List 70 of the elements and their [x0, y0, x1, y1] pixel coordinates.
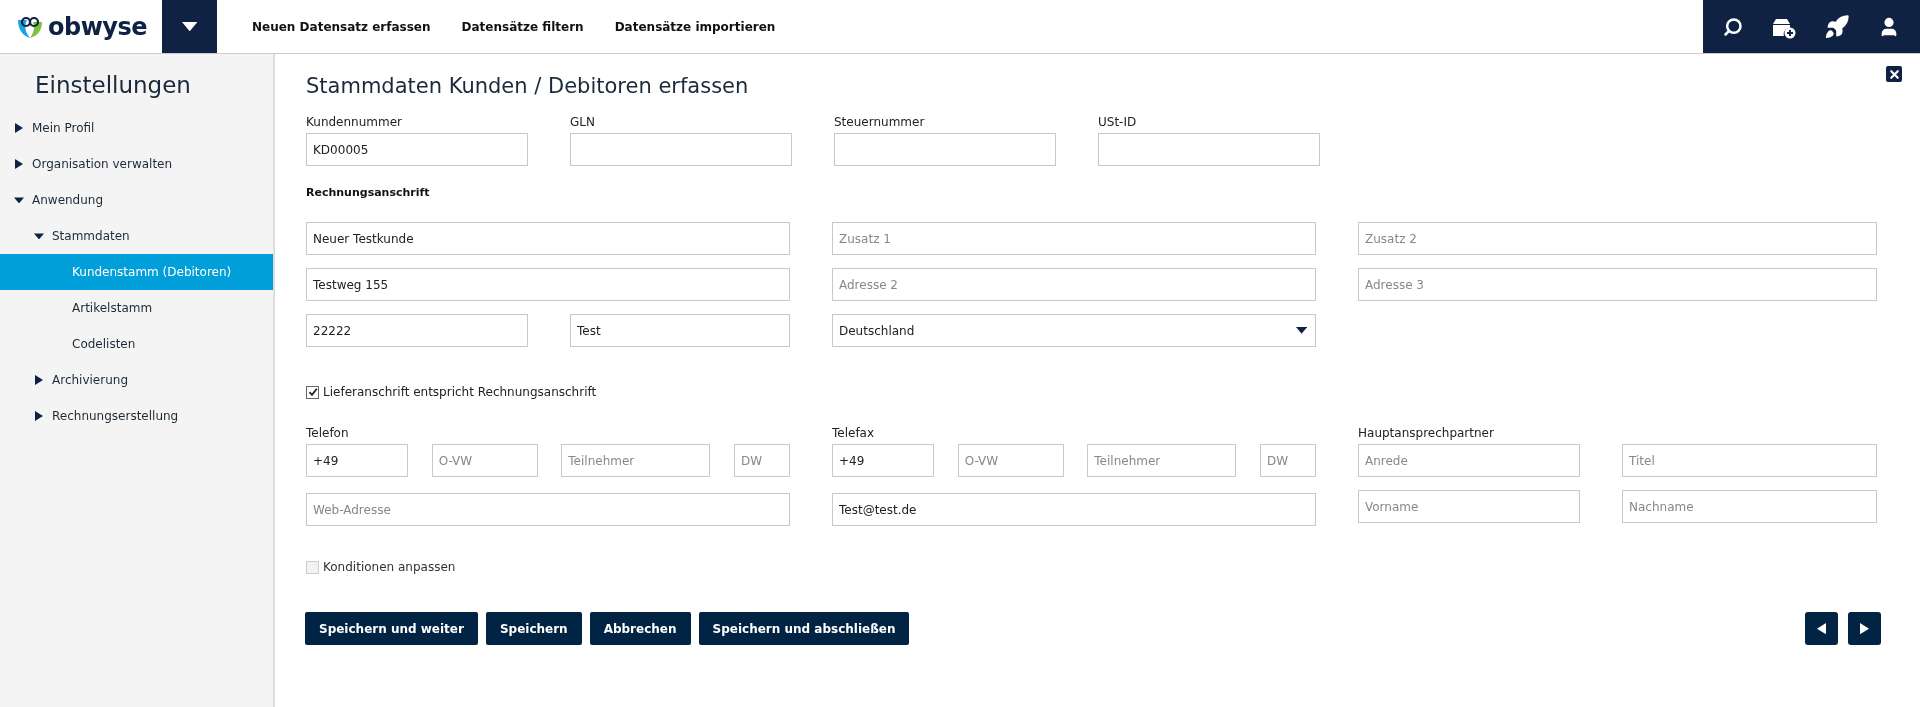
- checkbox-label: Konditionen anpassen: [323, 560, 456, 574]
- input-field[interactable]: O-VW: [957, 444, 1064, 477]
- input-field[interactable]: KD00005: [306, 133, 528, 166]
- menu-toggle-button[interactable]: [162, 0, 217, 53]
- input-field[interactable]: Teilnehmer: [1087, 444, 1237, 477]
- sidebar-item[interactable]: Artikelstamm: [0, 290, 273, 326]
- action-button[interactable]: Speichern und abschließen: [698, 612, 910, 645]
- caret-down-icon: [1295, 327, 1307, 334]
- checkbox[interactable]: [306, 385, 319, 399]
- input-field[interactable]: Teilnehmer: [561, 444, 711, 477]
- nav-link[interactable]: Neuen Datensatz erfassen: [252, 19, 431, 34]
- dropdown-field[interactable]: Deutschland: [832, 314, 1316, 347]
- input-field[interactable]: 22222: [306, 314, 528, 347]
- field-label: Telefax: [832, 425, 876, 441]
- input-field[interactable]: Titel: [1622, 444, 1877, 477]
- action-button[interactable]: Speichern und weiter: [305, 612, 478, 645]
- field-label: GLN: [570, 114, 596, 130]
- caret-right-icon: [15, 123, 23, 133]
- input-field[interactable]: DW: [733, 444, 790, 477]
- caret-down-icon: [34, 232, 44, 240]
- page-title: Stammdaten Kunden / Debitoren erfassen: [306, 74, 750, 98]
- nav-link[interactable]: Datensätze filtern: [461, 19, 584, 34]
- input-field[interactable]: [1098, 133, 1320, 166]
- input-field[interactable]: Test: [570, 314, 790, 347]
- input-field[interactable]: +49: [832, 444, 934, 477]
- input-field[interactable]: Web-Adresse: [306, 493, 790, 526]
- caret-right-icon: [15, 159, 23, 169]
- input-field[interactable]: Adresse 3: [1358, 268, 1877, 301]
- input-field[interactable]: Neuer Testkunde: [306, 222, 790, 255]
- sidebar-title: Einstellungen: [35, 72, 192, 98]
- input-field[interactable]: +49: [306, 444, 408, 477]
- sidebar-item[interactable]: Anwendung: [0, 182, 273, 218]
- action-button[interactable]: Abbrechen: [589, 612, 691, 645]
- close-icon[interactable]: [1886, 66, 1902, 82]
- sidebar-item[interactable]: Organisation verwalten: [0, 146, 273, 182]
- field-label: Steuernummer: [834, 114, 926, 130]
- sidebar-item[interactable]: Stammdaten: [0, 218, 273, 254]
- caret-right-icon: [35, 411, 43, 421]
- sidebar-item[interactable]: Archivierung: [0, 362, 273, 398]
- input-field[interactable]: Nachname: [1622, 490, 1877, 523]
- next-button[interactable]: [1848, 612, 1881, 645]
- caret-right-icon: [35, 375, 43, 385]
- input-field[interactable]: Zusatz 2: [1358, 222, 1877, 255]
- input-field[interactable]: [570, 133, 792, 166]
- caret-down-icon: [14, 196, 24, 204]
- sidebar-item[interactable]: Codelisten: [0, 326, 273, 362]
- field-label: USt-ID: [1098, 114, 1138, 130]
- caret-down-icon: [181, 21, 198, 32]
- input-field[interactable]: Testweg 155: [306, 268, 790, 301]
- sidebar-item[interactable]: Mein Profil: [0, 110, 273, 146]
- input-field[interactable]: Vorname: [1358, 490, 1580, 523]
- input-field[interactable]: Test@test.de: [832, 493, 1316, 526]
- logo-text: obwyse: [47, 12, 147, 41]
- input-field[interactable]: O-VW: [431, 444, 538, 477]
- caret-right-icon: [1860, 622, 1869, 635]
- input-field[interactable]: [834, 133, 1056, 166]
- input-field[interactable]: DW: [1259, 444, 1316, 477]
- checkbox-label: Lieferanschrift entspricht Rechnungsanschrift: [323, 385, 597, 399]
- section-heading: Rechnungsanschrift: [306, 186, 431, 199]
- input-field[interactable]: Zusatz 1: [832, 222, 1316, 255]
- input-field[interactable]: Adresse 2: [832, 268, 1316, 301]
- field-label: Kundennummer: [306, 114, 403, 130]
- sidebar-item[interactable]: Rechnungserstellung: [0, 398, 273, 434]
- caret-left-icon: [1817, 622, 1826, 635]
- input-field[interactable]: Anrede: [1358, 444, 1580, 477]
- action-button[interactable]: Speichern: [485, 612, 582, 645]
- nav-link[interactable]: Datensätze importieren: [614, 19, 776, 34]
- previous-button[interactable]: [1805, 612, 1838, 645]
- field-label: Hauptansprechpartner: [1358, 425, 1495, 441]
- field-label: Telefon: [306, 425, 350, 441]
